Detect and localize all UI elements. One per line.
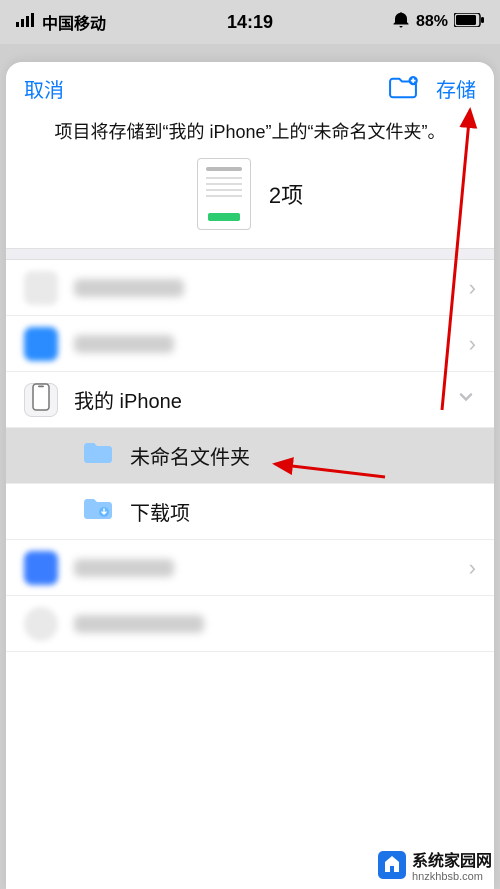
list-item-my-iphone[interactable]: 我的 iPhone [6, 372, 494, 428]
list-item-downloads[interactable]: 下载项 [6, 484, 494, 540]
chevron-right-icon: › [469, 275, 476, 301]
signal-icon [16, 13, 36, 32]
watermark-text: 系统家园网 [412, 847, 492, 871]
list-item-label: 下载项 [130, 497, 476, 526]
chevron-down-icon [456, 387, 476, 413]
list-item-untitled-folder[interactable]: 未命名文件夹 [6, 428, 494, 484]
new-folder-icon[interactable] [388, 76, 418, 100]
watermark-url: hnzkhbsb.com [412, 871, 492, 883]
folder-icon [82, 496, 114, 527]
watermark: 系统家园网 hnzkhbsb.com [378, 847, 492, 883]
alarm-icon [392, 11, 410, 34]
list-item[interactable]: › [6, 260, 494, 316]
status-left: 中国移动 [16, 10, 106, 34]
save-button[interactable]: 存储 [436, 74, 476, 103]
list-item-label: 未命名文件夹 [130, 441, 476, 470]
cancel-button[interactable]: 取消 [24, 74, 64, 103]
battery-icon [454, 13, 484, 32]
carrier-label: 中国移动 [42, 10, 106, 34]
list-item[interactable]: › [6, 316, 494, 372]
chevron-right-icon: › [469, 331, 476, 357]
list-item[interactable] [6, 596, 494, 652]
preview-row: 2项 [6, 152, 494, 248]
folder-icon [82, 440, 114, 471]
list-item[interactable]: › [6, 540, 494, 596]
chevron-right-icon: › [469, 555, 476, 581]
section-separator [6, 248, 494, 260]
sheet-header: 取消 存储 [6, 62, 494, 114]
item-count: 2项 [269, 178, 303, 210]
preview-thumbnail [197, 158, 251, 230]
save-location-info: 项目将存储到“我的 iPhone”上的“未命名文件夹”。 [6, 114, 494, 152]
status-bar: 中国移动 14:19 88% [0, 0, 500, 44]
iphone-icon [32, 383, 50, 416]
status-right: 88% [392, 11, 484, 34]
battery-percent: 88% [416, 13, 448, 31]
location-list: › › 我的 iPhone 未命名文件夹 [6, 260, 494, 652]
list-item-label: 我的 iPhone [74, 385, 456, 414]
clock: 14:19 [227, 12, 273, 33]
watermark-logo-icon [378, 851, 406, 879]
save-sheet: 取消 存储 项目将存储到“我的 iPhone”上的“未命名文件夹”。 2项 › [6, 62, 494, 889]
